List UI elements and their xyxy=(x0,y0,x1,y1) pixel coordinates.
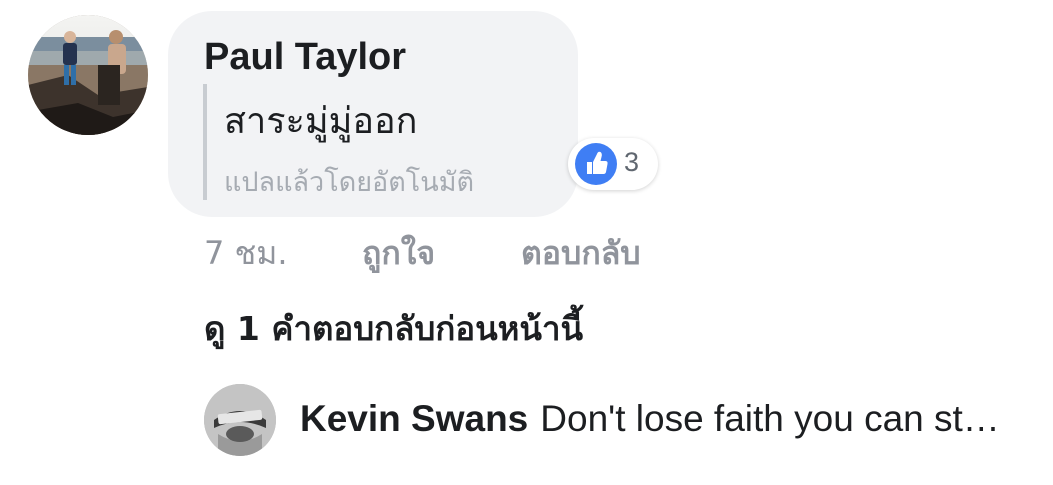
translation-divider xyxy=(203,84,207,200)
comment-timestamp[interactable]: 7 ชม. xyxy=(204,228,288,279)
reply-button[interactable]: ตอบกลับ xyxy=(521,228,641,279)
reaction-count: 3 xyxy=(624,147,640,177)
reply-avatar[interactable] xyxy=(204,384,276,456)
auto-translated-note[interactable]: แปลแล้วโดยอัตโนมัติ xyxy=(224,160,474,203)
reply-profile-photo xyxy=(204,384,276,456)
reply-author[interactable]: Kevin Swans xyxy=(300,398,528,439)
comment-author[interactable]: Paul Taylor xyxy=(204,36,406,79)
reply-preview[interactable]: Kevin Swans Don't lose faith you can st… xyxy=(300,398,1040,440)
view-previous-replies-link[interactable]: ดู 1 คำตอบกลับก่อนหน้านี้ xyxy=(204,302,583,355)
profile-photo xyxy=(28,15,148,135)
comment-thread: Paul Taylor สาระมู่มู่ออก แปลแล้วโดยอัตโ… xyxy=(0,0,1053,485)
comment-text: สาระมู่มู่ออก xyxy=(224,101,418,142)
thumbs-up-icon xyxy=(575,143,617,185)
like-button[interactable]: ถูกใจ xyxy=(362,228,435,279)
reaction-summary[interactable]: 3 xyxy=(568,138,658,190)
avatar[interactable] xyxy=(28,15,148,135)
reply-text: Don't lose faith you can st… xyxy=(540,398,1000,439)
